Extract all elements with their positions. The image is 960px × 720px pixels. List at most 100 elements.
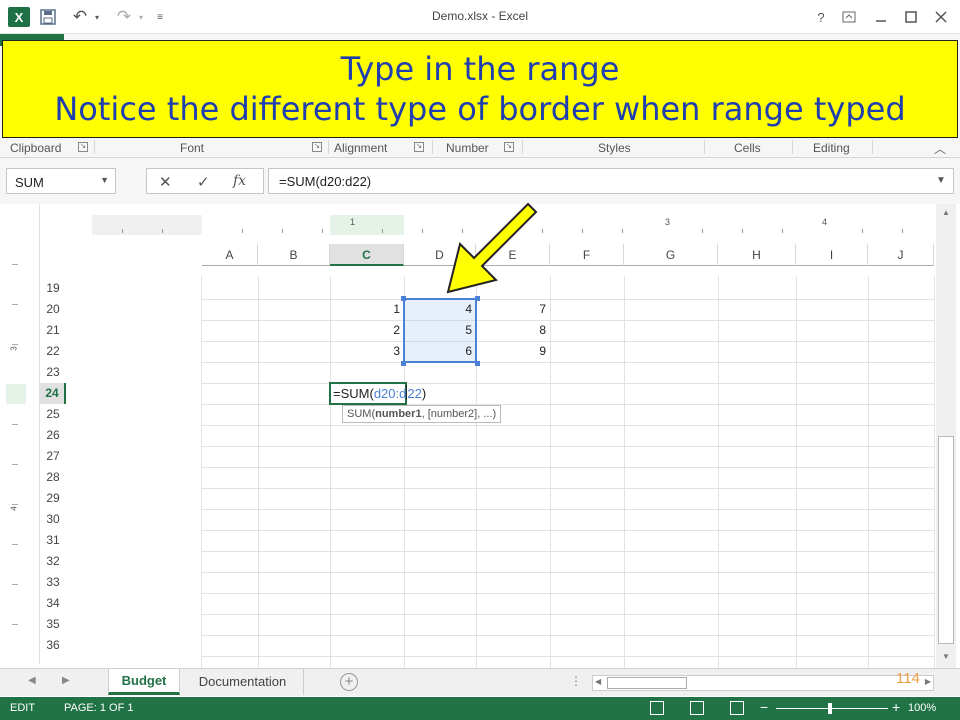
cell-e21[interactable]: 8 [476, 320, 550, 341]
row-header-22[interactable]: 22 [40, 341, 66, 362]
font-launcher-icon[interactable]: ↘ [312, 142, 322, 152]
collapse-ribbon-icon[interactable]: ︿ [934, 140, 946, 157]
ruler-number: 4 [822, 217, 828, 227]
column-header-a[interactable]: A [202, 244, 258, 266]
tab-budget[interactable]: Budget [108, 669, 180, 695]
add-sheet-button[interactable]: + [340, 673, 358, 691]
group-label-styles: Styles [598, 141, 631, 155]
row-header-19[interactable]: 19 [40, 278, 66, 299]
enter-check-icon[interactable]: ✓ [197, 173, 210, 191]
scrollbar-thumb[interactable] [938, 436, 954, 644]
minimize-button[interactable] [868, 6, 894, 28]
formula-prefix: =SUM( [333, 386, 374, 401]
in-cell-formula: =SUM(d20:d22) [333, 385, 426, 401]
column-headers: ABCDEFGHIJ [202, 244, 934, 266]
row-header-28[interactable]: 28 [40, 467, 66, 488]
cell-d22[interactable]: 6 [404, 341, 476, 362]
scroll-right-icon[interactable]: ▶ [925, 677, 931, 686]
tab-splitter-icon[interactable]: ⋮ [570, 674, 582, 688]
row-header-33[interactable]: 33 [40, 572, 66, 593]
status-bar: EDIT PAGE: 1 OF 1 − + 100% [0, 697, 960, 720]
row-header-20[interactable]: 20 [40, 299, 66, 320]
tab-documentation[interactable]: Documentation [182, 669, 304, 695]
maximize-button[interactable] [898, 6, 924, 28]
cancel-icon[interactable]: ✕ [159, 173, 172, 191]
cell-d20[interactable]: 4 [404, 299, 476, 320]
name-box-value: SUM [15, 175, 44, 190]
column-header-i[interactable]: I [796, 244, 868, 266]
active-cell-c24[interactable]: =SUM(d20:d22) [329, 382, 426, 405]
row-header-32[interactable]: 32 [40, 551, 66, 572]
column-header-g[interactable]: G [624, 244, 718, 266]
column-header-h[interactable]: H [718, 244, 796, 266]
scroll-up-icon[interactable]: ▲ [939, 208, 953, 220]
formula-range-ref: d20:d [373, 386, 407, 401]
row-header-30[interactable]: 30 [40, 509, 66, 530]
horizontal-scrollbar[interactable]: ◀ ▶ [592, 675, 934, 691]
scroll-left-icon[interactable]: ◀ [595, 677, 601, 686]
cell-e20[interactable]: 7 [476, 299, 550, 320]
column-header-j[interactable]: J [868, 244, 934, 266]
insert-function-icon[interactable]: fx [233, 173, 246, 189]
zoom-in-button[interactable]: + [892, 699, 900, 715]
row-header-27[interactable]: 27 [40, 446, 66, 467]
tooltip-rest-args: , [number2], ...) [421, 408, 497, 420]
row-header-31[interactable]: 31 [40, 530, 66, 551]
title-bar: X ↶ ▾ ↷ ▾ ≡ Demo.xlsx - Excel ? [0, 0, 960, 34]
row-header-21[interactable]: 21 [40, 320, 66, 341]
column-header-f[interactable]: F [550, 244, 624, 266]
close-button[interactable] [928, 6, 954, 28]
tab-prev-icon[interactable]: ◀ [28, 675, 36, 686]
row-header-24[interactable]: 24 [40, 383, 66, 404]
row-header-26[interactable]: 26 [40, 425, 66, 446]
name-box[interactable]: SUM ▼ [6, 168, 116, 194]
group-label-alignment: Alignment [334, 141, 388, 155]
tooltip-current-arg[interactable]: number1 [375, 408, 421, 420]
formula-range-ref-end: 22 [407, 386, 422, 401]
page-break-view-icon[interactable] [730, 701, 744, 715]
clipboard-launcher-icon[interactable]: ↘ [78, 142, 88, 152]
column-header-b[interactable]: B [258, 244, 330, 266]
row-header-35[interactable]: 35 [40, 614, 66, 635]
status-mode: EDIT [10, 702, 36, 714]
row-header-34[interactable]: 34 [40, 593, 66, 614]
function-argument-tooltip[interactable]: SUM(number1, [number2], ...) [342, 405, 502, 423]
formula-tools: ✕ ✓ fx [146, 168, 264, 194]
normal-view-icon[interactable] [650, 701, 664, 715]
instruction-callout: Type in the range Notice the different t… [2, 40, 958, 138]
ribbon-display-options-button[interactable] [836, 6, 862, 28]
formula-input[interactable] [268, 168, 954, 194]
help-button[interactable]: ? [808, 6, 834, 28]
cell-e22[interactable]: 9 [476, 341, 550, 362]
callout-line-1: Type in the range [340, 50, 620, 88]
number-launcher-icon[interactable]: ↘ [504, 142, 514, 152]
zoom-slider-thumb[interactable] [828, 703, 832, 714]
ribbon-group-labels: Clipboard ↘ Font ↘ Alignment ↘ Number ↘ … [0, 138, 960, 158]
row-header-36[interactable]: 36 [40, 635, 66, 656]
cell-c22[interactable]: 3 [330, 341, 404, 362]
chevron-down-icon[interactable]: ▼ [100, 175, 109, 185]
zoom-level[interactable]: 100% [908, 702, 936, 714]
tab-next-icon[interactable]: ▶ [62, 675, 70, 686]
tooltip-function-name[interactable]: SUM( [347, 408, 375, 420]
expand-formula-bar-icon[interactable]: ▼ [936, 175, 946, 186]
row-header-23[interactable]: 23 [40, 362, 66, 383]
scroll-down-icon[interactable]: ▼ [939, 652, 953, 664]
sheet-tab-bar: ◀ ▶ Budget Documentation + ⋮ ◀ ▶ [0, 668, 960, 696]
row-header-25[interactable]: 25 [40, 404, 66, 425]
pointer-arrow-icon [446, 202, 538, 294]
cell-c20[interactable]: 1 [330, 299, 404, 320]
cell-d21[interactable]: 5 [404, 320, 476, 341]
page-layout-view-icon[interactable] [690, 701, 704, 715]
group-label-cells: Cells [734, 141, 761, 155]
slide-number: 114 [896, 670, 920, 687]
cell-c21[interactable]: 2 [330, 320, 404, 341]
row-header-29[interactable]: 29 [40, 488, 66, 509]
zoom-out-button[interactable]: − [760, 699, 768, 715]
column-header-c[interactable]: C [330, 244, 404, 266]
text-caret [406, 385, 408, 400]
alignment-launcher-icon[interactable]: ↘ [414, 142, 424, 152]
vertical-scrollbar[interactable]: ▲ ▼ [936, 204, 956, 668]
hscroll-thumb[interactable] [607, 677, 687, 689]
zoom-slider[interactable] [776, 708, 888, 709]
